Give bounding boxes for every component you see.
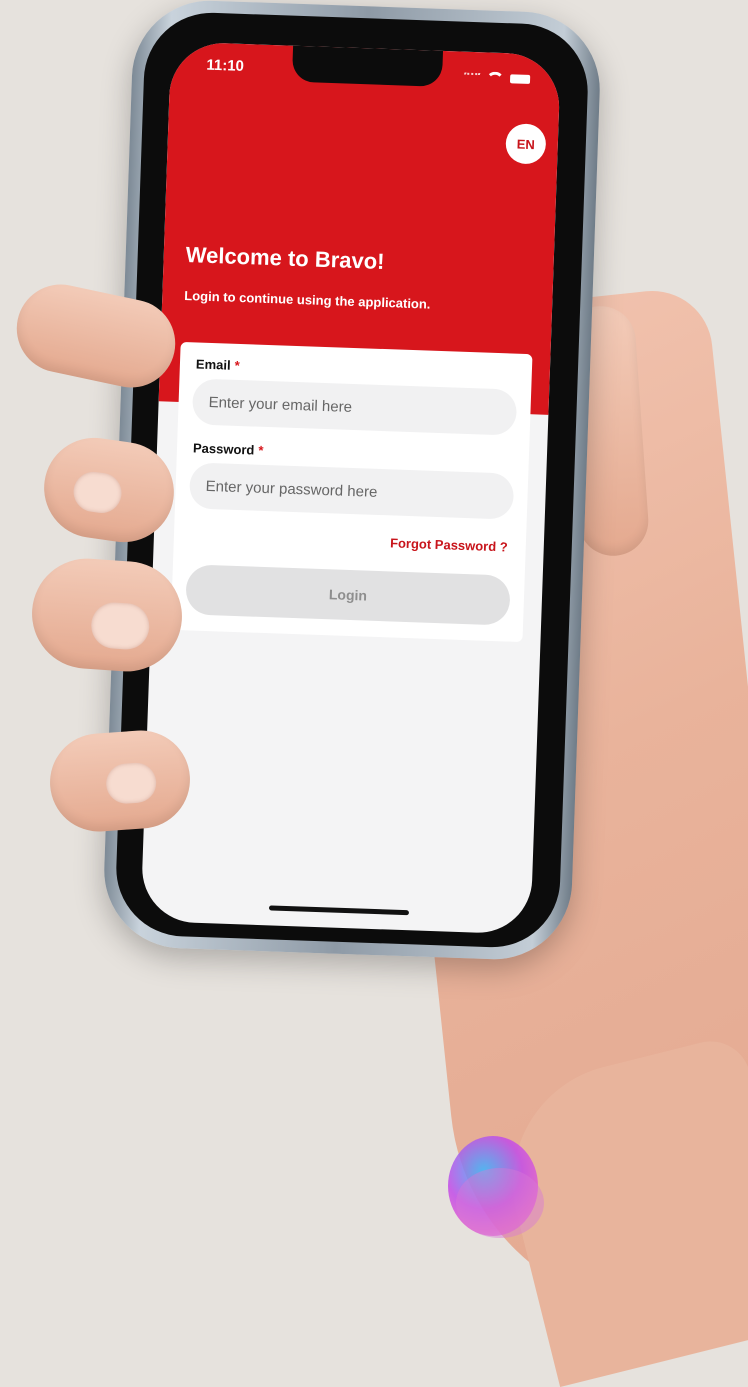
battery-icon [509, 73, 531, 84]
decorative-gradient-shadow [456, 1168, 544, 1238]
forgot-password-link[interactable]: Forgot Password ? [390, 535, 508, 554]
email-label: Email * [196, 356, 240, 373]
login-card: Email* Password* Forgot Password ? Login [170, 341, 533, 643]
fingernail [104, 761, 158, 805]
password-required-mark: * [258, 442, 264, 458]
fingernail [71, 469, 125, 516]
status-time: 11:10 [206, 56, 245, 75]
signal-icon [464, 72, 481, 82]
password-label-text: Password [192, 440, 255, 458]
email-label-text: Email [195, 356, 231, 373]
phone-notch [291, 45, 444, 87]
phone-frame: 11:10 EN Welcome to Bravo! Login to cont… [101, 0, 603, 962]
password-field[interactable] [188, 462, 515, 520]
phone-bezel: 11:10 EN Welcome to Bravo! Login to cont… [114, 10, 590, 950]
status-icons [464, 68, 531, 91]
app-screen: 11:10 EN Welcome to Bravo! Login to cont… [140, 41, 561, 935]
home-indicator [268, 905, 410, 916]
login-button[interactable]: Login [185, 564, 511, 626]
email-field[interactable] [191, 378, 518, 436]
fingernail [89, 600, 151, 651]
password-label: Password * [193, 440, 264, 457]
email-required-mark: * [234, 357, 240, 374]
